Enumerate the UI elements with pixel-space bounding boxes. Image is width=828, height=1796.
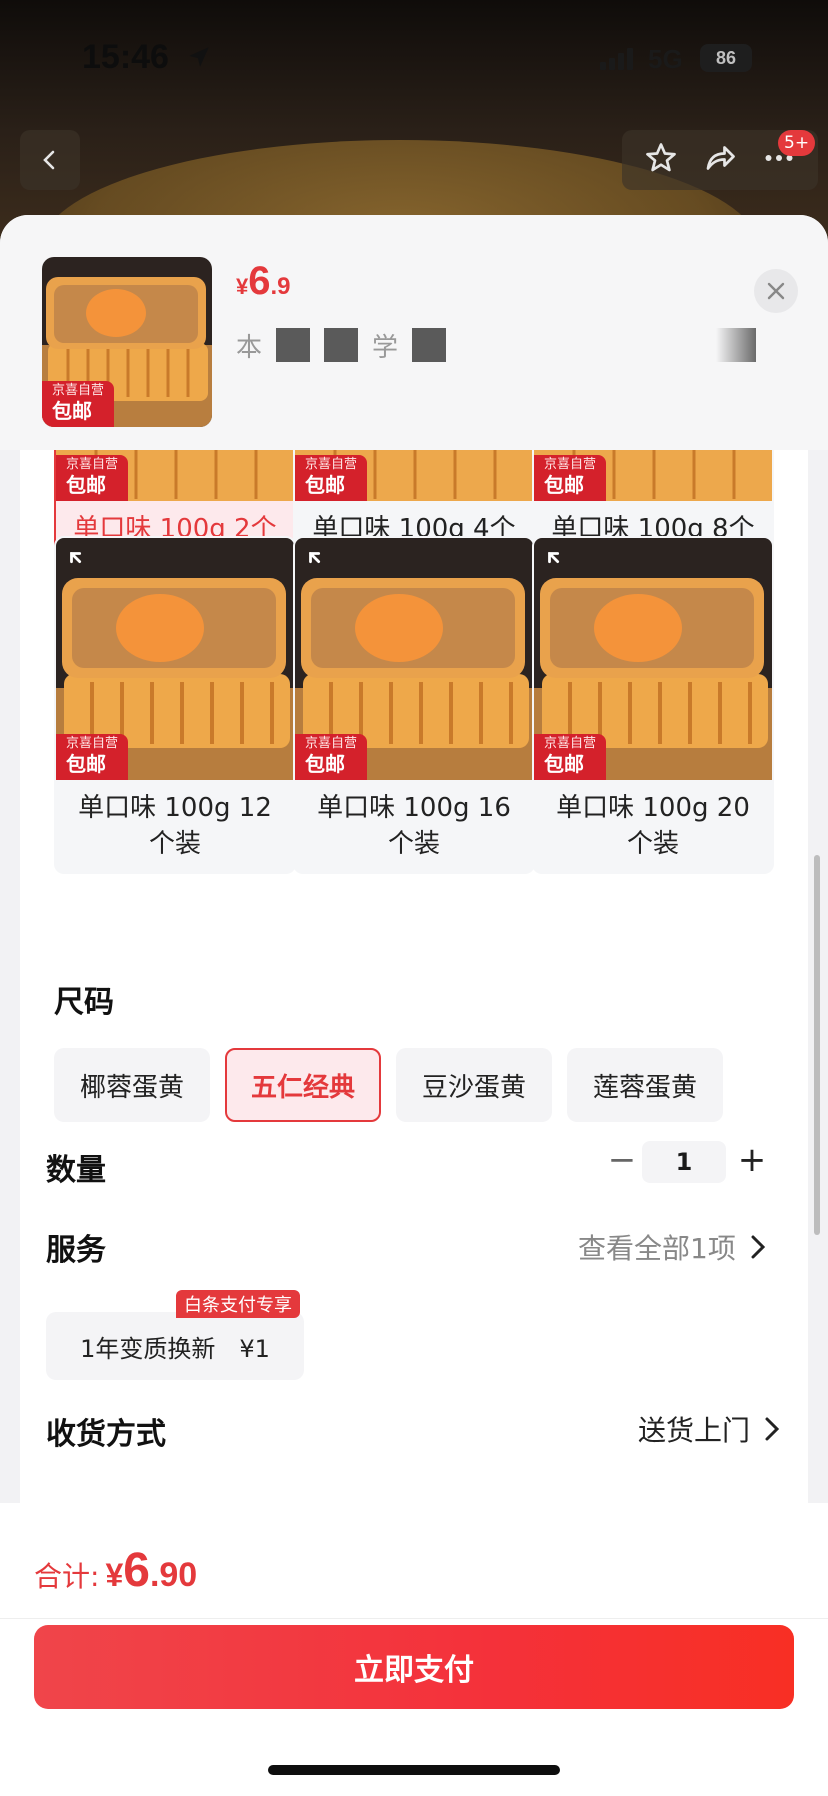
spec-tag: 京喜自营 包邮	[534, 455, 607, 501]
chevron-left-icon	[43, 150, 55, 170]
spec-tag: 京喜自营 包邮	[295, 455, 368, 501]
back-button[interactable]	[20, 130, 80, 190]
service-option-tag: 白条支付专享	[176, 1290, 300, 1318]
thumbnail-tag: 京喜自营 包邮	[42, 381, 115, 427]
network-type: 5G	[648, 44, 683, 74]
header-price: ¥6.9	[236, 259, 291, 303]
cart-count-badge: 5+	[778, 130, 816, 156]
close-icon	[767, 282, 785, 300]
location-arrow-icon	[186, 44, 212, 74]
service-option[interactable]: 1年变质换新 ¥1	[46, 1312, 304, 1380]
size-options: 椰蓉蛋黄 五仁经典 豆沙蛋黄 莲蓉蛋黄	[54, 1048, 774, 1122]
size-option[interactable]: 豆沙蛋黄	[396, 1048, 552, 1122]
spec-tag: 京喜自营 包邮	[56, 734, 129, 780]
product-name-fragment: 学	[372, 332, 399, 363]
chevron-right-icon	[751, 1235, 765, 1259]
share-icon[interactable]	[702, 140, 738, 180]
expand-icon[interactable]	[546, 550, 574, 578]
spec-image: 京喜自营 包邮	[534, 538, 772, 780]
home-indicator[interactable]	[268, 1765, 560, 1775]
redaction-block	[276, 328, 311, 362]
cellular-signal-icon	[600, 48, 636, 74]
delivery-method-value: 送货上门	[638, 1414, 751, 1447]
battery-indicator: 86	[700, 44, 752, 72]
service-section-title: 服务	[46, 1233, 106, 1268]
expand-icon[interactable]	[68, 550, 96, 578]
sheet-header: 京喜自营 包邮 ¥6.9 本 学	[0, 215, 828, 450]
spec-label: 单口味 100g 16个装	[317, 793, 511, 859]
delivery-method-selector[interactable]: 送货上门	[638, 1409, 782, 1449]
chevron-right-icon[interactable]	[716, 328, 756, 362]
spec-image: 京喜自营 包邮	[56, 538, 294, 780]
status-bar: 15:46 5G 86	[0, 0, 828, 120]
total-price: 合计: ¥6.90	[34, 1544, 198, 1597]
spec-image: 京喜自营 包邮	[295, 538, 533, 780]
status-time: 15:46	[82, 38, 169, 76]
total-label: 合计:	[34, 1560, 100, 1593]
spec-option-card[interactable]: 京喜自营 包邮 单口味 100g 20个装	[532, 536, 774, 874]
favorite-star-icon[interactable]	[643, 140, 679, 180]
spec-label: 单口味 100g 12个装	[78, 793, 272, 859]
product-thumbnail[interactable]: 京喜自营 包邮	[42, 257, 212, 427]
footer-divider	[0, 1618, 828, 1619]
service-view-all-text: 查看全部1项	[578, 1232, 736, 1265]
close-button[interactable]	[754, 269, 798, 313]
spec-tag: 京喜自营 包邮	[56, 455, 129, 501]
redaction-block	[324, 328, 359, 362]
expand-icon[interactable]	[307, 550, 335, 578]
size-option[interactable]: 椰蓉蛋黄	[54, 1048, 210, 1122]
spec-tag: 京喜自营 包邮	[295, 734, 368, 780]
spec-option-card[interactable]: 京喜自营 包邮 单口味 100g 16个装	[293, 536, 535, 874]
service-view-all-link[interactable]: 查看全部1项	[578, 1227, 768, 1267]
scrollbar[interactable]	[814, 855, 820, 1235]
size-option[interactable]: 五仁经典	[225, 1048, 381, 1122]
product-name-redacted: 本 学	[236, 325, 756, 365]
redaction-block	[412, 328, 447, 362]
quantity-section-title: 数量	[46, 1153, 106, 1188]
spec-tag: 京喜自营 包邮	[534, 734, 607, 780]
pay-now-button[interactable]: 立即支付	[34, 1625, 794, 1709]
product-name-fragment: 本	[236, 332, 263, 363]
size-option[interactable]: 莲蓉蛋黄	[567, 1048, 723, 1122]
size-section-title: 尺码	[54, 985, 114, 1020]
chevron-right-icon	[765, 1417, 780, 1441]
quantity-increase-button[interactable]: +	[732, 1140, 772, 1180]
quantity-decrease-button[interactable]: −	[602, 1140, 642, 1180]
delivery-section-title: 收货方式	[46, 1417, 166, 1452]
spec-option-card[interactable]: 京喜自营 包邮 单口味 100g 12个装	[54, 536, 296, 874]
spec-label: 单口味 100g 20个装	[556, 793, 750, 859]
checkout-footer: 合计: ¥6.90 立即支付	[0, 1503, 828, 1796]
quantity-input[interactable]: 1	[642, 1141, 726, 1183]
